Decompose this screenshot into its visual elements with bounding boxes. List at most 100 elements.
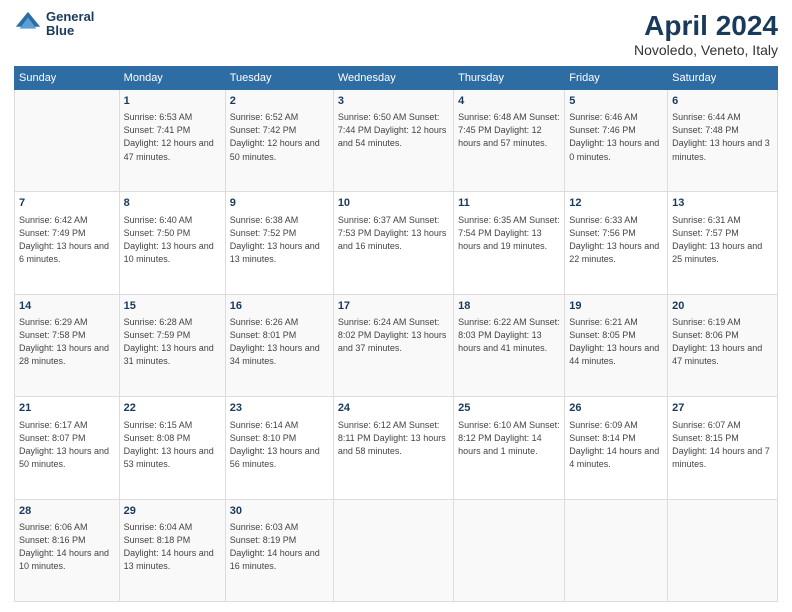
day-info: Sunrise: 6:53 AM Sunset: 7:41 PM Dayligh… (124, 111, 221, 163)
day-info: Sunrise: 6:33 AM Sunset: 7:56 PM Dayligh… (569, 214, 663, 266)
day-info: Sunrise: 6:19 AM Sunset: 8:06 PM Dayligh… (672, 316, 773, 368)
day-number: 3 (338, 94, 449, 109)
calendar-day-cell: 27 Sunrise: 6:07 AM Sunset: 8:15 PM Dayli… (668, 397, 778, 499)
day-info: Sunrise: 6:42 AM Sunset: 7:49 PM Dayligh… (19, 214, 115, 266)
calendar-day-cell: 16Sunrise: 6:26 AM Sunset: 8:01 PM Dayli… (225, 294, 333, 396)
calendar-day-cell: 30 Sunrise: 6:03 AM Sunset: 8:19 PM Dayli… (225, 499, 333, 601)
day-number: 8 (124, 196, 221, 211)
calendar-table: SundayMondayTuesdayWednesdayThursdayFrid… (14, 66, 778, 602)
calendar-day-cell: 8 Sunrise: 6:40 AM Sunset: 7:50 PM Daylig… (119, 192, 225, 294)
calendar-header-cell: Sunday (15, 67, 120, 90)
calendar-day-cell: 17 Sunrise: 6:24 AM Sunset: 8:02 PM Dayli… (333, 294, 453, 396)
day-info: Sunrise: 6:46 AM Sunset: 7:46 PM Dayligh… (569, 111, 663, 163)
day-number: 6 (672, 94, 773, 109)
day-info: Sunrise: 6:37 AM Sunset: 7:53 PM Dayligh… (338, 214, 449, 253)
calendar-day-cell: 9 Sunrise: 6:38 AM Sunset: 7:52 PM Daylig… (225, 192, 333, 294)
calendar-day-cell: 6 Sunrise: 6:44 AM Sunset: 7:48 PM Daylig… (668, 90, 778, 192)
header: General Blue April 2024 Novoledo, Veneto… (14, 10, 778, 58)
day-number: 10 (338, 196, 449, 211)
logo-icon (14, 10, 42, 38)
day-number: 4 (458, 94, 560, 109)
day-number: 27 (672, 401, 773, 416)
calendar-header-cell: Saturday (668, 67, 778, 90)
calendar-day-cell: 18 Sunrise: 6:22 AM Sunset: 8:03 PM Dayli… (454, 294, 565, 396)
calendar-day-cell: 2Sunrise: 6:52 AM Sunset: 7:42 PM Daylig… (225, 90, 333, 192)
day-info: Sunrise: 6:09 AM Sunset: 8:14 PM Dayligh… (569, 419, 663, 471)
day-number: 1 (124, 94, 221, 109)
calendar-body: 1 Sunrise: 6:53 AM Sunset: 7:41 PM Daylig… (15, 90, 778, 602)
main-title: April 2024 (634, 10, 778, 42)
calendar-day-cell: 5 Sunrise: 6:46 AM Sunset: 7:46 PM Daylig… (565, 90, 668, 192)
day-info: Sunrise: 6:48 AM Sunset: 7:45 PM Dayligh… (458, 111, 560, 150)
day-info: Sunrise: 6:10 AM Sunset: 8:12 PM Dayligh… (458, 419, 560, 458)
day-number: 29 (124, 504, 221, 519)
day-number: 13 (672, 196, 773, 211)
day-number: 14 (19, 299, 115, 314)
calendar-day-cell: 11 Sunrise: 6:35 AM Sunset: 7:54 PM Dayli… (454, 192, 565, 294)
calendar-week-row: 7 Sunrise: 6:42 AM Sunset: 7:49 PM Daylig… (15, 192, 778, 294)
day-info: Sunrise: 6:35 AM Sunset: 7:54 PM Dayligh… (458, 214, 560, 253)
day-number: 2 (230, 94, 329, 109)
subtitle: Novoledo, Veneto, Italy (634, 42, 778, 58)
day-info: Sunrise: 6:29 AM Sunset: 7:58 PM Dayligh… (19, 316, 115, 368)
day-number: 18 (458, 299, 560, 314)
day-number: 28 (19, 504, 115, 519)
day-info: Sunrise: 6:14 AM Sunset: 8:10 PM Dayligh… (230, 419, 329, 471)
day-number: 30 (230, 504, 329, 519)
calendar-week-row: 1 Sunrise: 6:53 AM Sunset: 7:41 PM Daylig… (15, 90, 778, 192)
day-info: Sunrise: 6:44 AM Sunset: 7:48 PM Dayligh… (672, 111, 773, 163)
day-number: 26 (569, 401, 663, 416)
day-number: 9 (230, 196, 329, 211)
day-info: Sunrise: 6:15 AM Sunset: 8:08 PM Dayligh… (124, 419, 221, 471)
day-info: Sunrise: 6:17 AM Sunset: 8:07 PM Dayligh… (19, 419, 115, 471)
day-info: Sunrise: 6:28 AM Sunset: 7:59 PM Dayligh… (124, 316, 221, 368)
calendar-header-cell: Monday (119, 67, 225, 90)
day-info: Sunrise: 6:22 AM Sunset: 8:03 PM Dayligh… (458, 316, 560, 355)
calendar-day-cell: 1 Sunrise: 6:53 AM Sunset: 7:41 PM Daylig… (119, 90, 225, 192)
day-info: Sunrise: 6:03 AM Sunset: 8:19 PM Dayligh… (230, 521, 329, 573)
day-info: Sunrise: 6:38 AM Sunset: 7:52 PM Dayligh… (230, 214, 329, 266)
day-number: 15 (124, 299, 221, 314)
calendar-header-cell: Wednesday (333, 67, 453, 90)
calendar-day-cell (333, 499, 453, 601)
calendar-week-row: 21 Sunrise: 6:17 AM Sunset: 8:07 PM Dayli… (15, 397, 778, 499)
logo-text: General Blue (46, 10, 94, 39)
day-info: Sunrise: 6:50 AM Sunset: 7:44 PM Dayligh… (338, 111, 449, 150)
calendar-day-cell: 12Sunrise: 6:33 AM Sunset: 7:56 PM Dayli… (565, 192, 668, 294)
day-number: 11 (458, 196, 560, 211)
calendar-day-cell (15, 90, 120, 192)
day-info: Sunrise: 6:07 AM Sunset: 8:15 PM Dayligh… (672, 419, 773, 471)
calendar-day-cell: 25 Sunrise: 6:10 AM Sunset: 8:12 PM Dayli… (454, 397, 565, 499)
page: General Blue April 2024 Novoledo, Veneto… (0, 0, 792, 612)
calendar-day-cell: 7 Sunrise: 6:42 AM Sunset: 7:49 PM Daylig… (15, 192, 120, 294)
calendar-day-cell: 21 Sunrise: 6:17 AM Sunset: 8:07 PM Dayli… (15, 397, 120, 499)
day-info: Sunrise: 6:24 AM Sunset: 8:02 PM Dayligh… (338, 316, 449, 355)
calendar-header-row: SundayMondayTuesdayWednesdayThursdayFrid… (15, 67, 778, 90)
calendar-day-cell: 20 Sunrise: 6:19 AM Sunset: 8:06 PM Dayli… (668, 294, 778, 396)
day-info: Sunrise: 6:40 AM Sunset: 7:50 PM Dayligh… (124, 214, 221, 266)
title-block: April 2024 Novoledo, Veneto, Italy (634, 10, 778, 58)
day-number: 25 (458, 401, 560, 416)
calendar-day-cell (454, 499, 565, 601)
day-number: 24 (338, 401, 449, 416)
day-number: 5 (569, 94, 663, 109)
day-number: 16 (230, 299, 329, 314)
day-number: 21 (19, 401, 115, 416)
logo: General Blue (14, 10, 94, 39)
day-info: Sunrise: 6:12 AM Sunset: 8:11 PM Dayligh… (338, 419, 449, 458)
calendar-week-row: 14 Sunrise: 6:29 AM Sunset: 7:58 PM Dayli… (15, 294, 778, 396)
calendar-day-cell: 19 Sunrise: 6:21 AM Sunset: 8:05 PM Dayli… (565, 294, 668, 396)
day-number: 22 (124, 401, 221, 416)
calendar-day-cell: 28 Sunrise: 6:06 AM Sunset: 8:16 PM Dayli… (15, 499, 120, 601)
day-info: Sunrise: 6:06 AM Sunset: 8:16 PM Dayligh… (19, 521, 115, 573)
day-number: 20 (672, 299, 773, 314)
day-info: Sunrise: 6:21 AM Sunset: 8:05 PM Dayligh… (569, 316, 663, 368)
day-number: 19 (569, 299, 663, 314)
calendar-day-cell: 15 Sunrise: 6:28 AM Sunset: 7:59 PM Dayli… (119, 294, 225, 396)
calendar-day-cell: 13Sunrise: 6:31 AM Sunset: 7:57 PM Dayli… (668, 192, 778, 294)
calendar-header-cell: Friday (565, 67, 668, 90)
calendar-day-cell: 26 Sunrise: 6:09 AM Sunset: 8:14 PM Dayli… (565, 397, 668, 499)
day-number: 7 (19, 196, 115, 211)
day-number: 17 (338, 299, 449, 314)
calendar-day-cell: 24 Sunrise: 6:12 AM Sunset: 8:11 PM Dayli… (333, 397, 453, 499)
